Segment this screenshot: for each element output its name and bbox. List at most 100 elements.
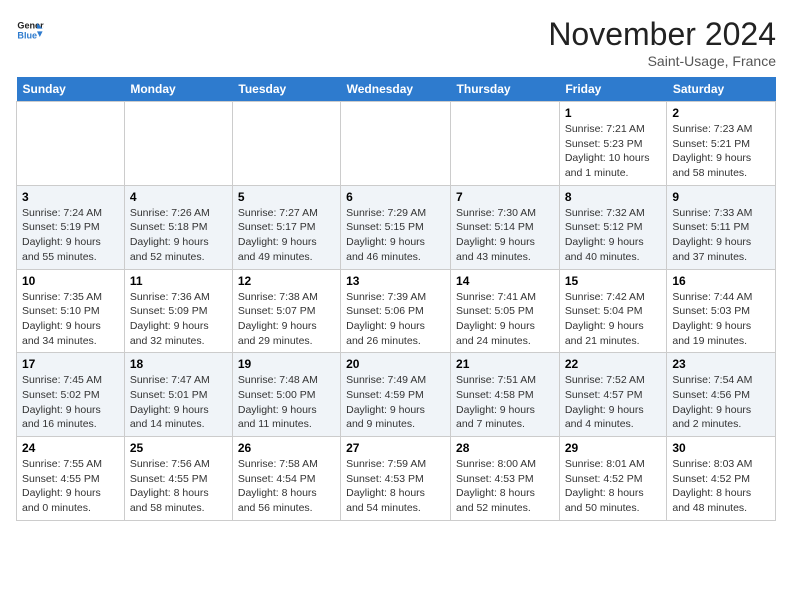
calendar-cell: 27 Sunrise: 7:59 AM Sunset: 4:53 PM Dayli… — [341, 437, 451, 521]
logo-icon: General Blue — [16, 16, 44, 44]
calendar-cell: 16 Sunrise: 7:44 AM Sunset: 5:03 PM Dayli… — [667, 269, 776, 353]
calendar-cell: 29 Sunrise: 8:01 AM Sunset: 4:52 PM Dayli… — [559, 437, 667, 521]
day-number: 15 — [565, 274, 662, 288]
subtitle: Saint-Usage, France — [548, 53, 776, 69]
calendar-week: 3 Sunrise: 7:24 AM Sunset: 5:19 PM Daylig… — [17, 185, 776, 269]
day-number: 8 — [565, 190, 662, 204]
day-detail: Sunrise: 7:26 AM Sunset: 5:18 PM Dayligh… — [130, 207, 210, 263]
calendar-cell: 26Sunrise: 7:58 AM Sunset: 4:54 PM Dayli… — [232, 437, 340, 521]
day-detail: Sunrise: 7:32 AM Sunset: 5:12 PM Dayligh… — [565, 207, 645, 263]
header: General Blue November 2024 Saint-Usage, … — [16, 16, 776, 69]
logo: General Blue — [16, 16, 44, 44]
title-area: November 2024 Saint-Usage, France — [548, 16, 776, 69]
weekday-label: Saturday — [667, 77, 776, 102]
weekday-label: Friday — [559, 77, 667, 102]
day-detail: Sunrise: 7:30 AM Sunset: 5:14 PM Dayligh… — [456, 207, 536, 263]
calendar-body: 1 Sunrise: 7:21 AM Sunset: 5:23 PM Daylig… — [17, 102, 776, 521]
day-detail: Sunrise: 7:23 AM Sunset: 5:21 PM Dayligh… — [672, 123, 752, 179]
day-detail: Sunrise: 7:21 AM Sunset: 5:23 PM Dayligh… — [565, 123, 650, 179]
calendar-cell: 11 Sunrise: 7:36 AM Sunset: 5:09 PM Dayli… — [124, 269, 232, 353]
day-detail: Sunrise: 7:29 AM Sunset: 5:15 PM Dayligh… — [346, 207, 426, 263]
day-detail: Sunrise: 7:33 AM Sunset: 5:11 PM Dayligh… — [672, 207, 752, 263]
calendar-cell: 18 Sunrise: 7:47 AM Sunset: 5:01 PM Dayli… — [124, 353, 232, 437]
day-detail: Sunrise: 7:47 AM Sunset: 5:01 PM Dayligh… — [130, 374, 210, 430]
day-number: 23 — [672, 357, 770, 371]
day-number: 21 — [456, 357, 554, 371]
day-number: 14 — [456, 274, 554, 288]
day-number: 30 — [672, 441, 770, 455]
day-number: 3 — [22, 190, 119, 204]
day-detail: Sunrise: 7:41 AM Sunset: 5:05 PM Dayligh… — [456, 291, 536, 347]
calendar-cell — [341, 102, 451, 186]
calendar-cell: 15 Sunrise: 7:42 AM Sunset: 5:04 PM Dayli… — [559, 269, 667, 353]
day-detail: Sunrise: 7:39 AM Sunset: 5:06 PM Dayligh… — [346, 291, 426, 347]
calendar-cell — [124, 102, 232, 186]
day-detail: Sunrise: 7:44 AM Sunset: 5:03 PM Dayligh… — [672, 291, 752, 347]
calendar-cell: 30 Sunrise: 8:03 AM Sunset: 4:52 PM Dayli… — [667, 437, 776, 521]
calendar-cell: 23 Sunrise: 7:54 AM Sunset: 4:56 PM Dayli… — [667, 353, 776, 437]
calendar-cell — [17, 102, 125, 186]
day-detail: Sunrise: 7:54 AM Sunset: 4:56 PM Dayligh… — [672, 374, 752, 430]
calendar-cell: 25Sunrise: 7:56 AM Sunset: 4:55 PM Dayli… — [124, 437, 232, 521]
calendar-cell: 4 Sunrise: 7:26 AM Sunset: 5:18 PM Daylig… — [124, 185, 232, 269]
day-number: 16 — [672, 274, 770, 288]
day-number: 26 — [238, 441, 335, 455]
calendar-cell: 1 Sunrise: 7:21 AM Sunset: 5:23 PM Daylig… — [559, 102, 667, 186]
day-number: 9 — [672, 190, 770, 204]
calendar-cell: 13 Sunrise: 7:39 AM Sunset: 5:06 PM Dayli… — [341, 269, 451, 353]
calendar-cell — [232, 102, 340, 186]
month-title: November 2024 — [548, 16, 776, 53]
calendar-table: SundayMondayTuesdayWednesdayThursdayFrid… — [16, 77, 776, 521]
day-detail: Sunrise: 7:45 AM Sunset: 5:02 PM Dayligh… — [22, 374, 102, 430]
calendar-cell: 3 Sunrise: 7:24 AM Sunset: 5:19 PM Daylig… — [17, 185, 125, 269]
day-number: 6 — [346, 190, 445, 204]
day-detail: Sunrise: 8:01 AM Sunset: 4:52 PM Dayligh… — [565, 458, 645, 514]
calendar-cell: 22 Sunrise: 7:52 AM Sunset: 4:57 PM Dayli… — [559, 353, 667, 437]
day-number: 28 — [456, 441, 554, 455]
calendar-cell: 5Sunrise: 7:27 AM Sunset: 5:17 PM Daylig… — [232, 185, 340, 269]
calendar-cell: 10 Sunrise: 7:35 AM Sunset: 5:10 PM Dayli… — [17, 269, 125, 353]
weekday-label: Wednesday — [341, 77, 451, 102]
day-number: 4 — [130, 190, 227, 204]
day-detail: Sunrise: 7:55 AM Sunset: 4:55 PM Dayligh… — [22, 458, 102, 514]
day-number: 29 — [565, 441, 662, 455]
calendar-week: 1 Sunrise: 7:21 AM Sunset: 5:23 PM Daylig… — [17, 102, 776, 186]
day-detail: Sunrise: 7:35 AM Sunset: 5:10 PM Dayligh… — [22, 291, 102, 347]
day-number: 20 — [346, 357, 445, 371]
day-detail: Sunrise: 7:49 AM Sunset: 4:59 PM Dayligh… — [346, 374, 426, 430]
calendar-cell: 7 Sunrise: 7:30 AM Sunset: 5:14 PM Daylig… — [451, 185, 560, 269]
day-number: 10 — [22, 274, 119, 288]
calendar-cell — [451, 102, 560, 186]
weekday-label: Thursday — [451, 77, 560, 102]
day-detail: Sunrise: 7:48 AM Sunset: 5:00 PM Dayligh… — [238, 374, 318, 430]
calendar-cell: 9 Sunrise: 7:33 AM Sunset: 5:11 PM Daylig… — [667, 185, 776, 269]
day-number: 7 — [456, 190, 554, 204]
day-number: 13 — [346, 274, 445, 288]
day-number: 5 — [238, 190, 335, 204]
calendar-cell: 8 Sunrise: 7:32 AM Sunset: 5:12 PM Daylig… — [559, 185, 667, 269]
svg-text:General: General — [17, 21, 44, 31]
day-number: 22 — [565, 357, 662, 371]
day-detail: Sunrise: 7:52 AM Sunset: 4:57 PM Dayligh… — [565, 374, 645, 430]
day-detail: Sunrise: 7:38 AM Sunset: 5:07 PM Dayligh… — [238, 291, 318, 347]
day-detail: Sunrise: 7:36 AM Sunset: 5:09 PM Dayligh… — [130, 291, 210, 347]
calendar-week: 24Sunrise: 7:55 AM Sunset: 4:55 PM Dayli… — [17, 437, 776, 521]
day-number: 1 — [565, 106, 662, 120]
svg-text:Blue: Blue — [17, 30, 37, 40]
day-number: 12 — [238, 274, 335, 288]
day-number: 27 — [346, 441, 445, 455]
day-detail: Sunrise: 7:24 AM Sunset: 5:19 PM Dayligh… — [22, 207, 102, 263]
weekday-label: Sunday — [17, 77, 125, 102]
day-detail: Sunrise: 8:03 AM Sunset: 4:52 PM Dayligh… — [672, 458, 752, 514]
day-detail: Sunrise: 7:59 AM Sunset: 4:53 PM Dayligh… — [346, 458, 426, 514]
calendar-week: 17Sunrise: 7:45 AM Sunset: 5:02 PM Dayli… — [17, 353, 776, 437]
day-detail: Sunrise: 7:56 AM Sunset: 4:55 PM Dayligh… — [130, 458, 210, 514]
calendar-cell: 24Sunrise: 7:55 AM Sunset: 4:55 PM Dayli… — [17, 437, 125, 521]
day-number: 2 — [672, 106, 770, 120]
weekday-header: SundayMondayTuesdayWednesdayThursdayFrid… — [17, 77, 776, 102]
day-number: 11 — [130, 274, 227, 288]
weekday-label: Tuesday — [232, 77, 340, 102]
day-detail: Sunrise: 7:42 AM Sunset: 5:04 PM Dayligh… — [565, 291, 645, 347]
calendar-week: 10 Sunrise: 7:35 AM Sunset: 5:10 PM Dayli… — [17, 269, 776, 353]
day-number: 18 — [130, 357, 227, 371]
